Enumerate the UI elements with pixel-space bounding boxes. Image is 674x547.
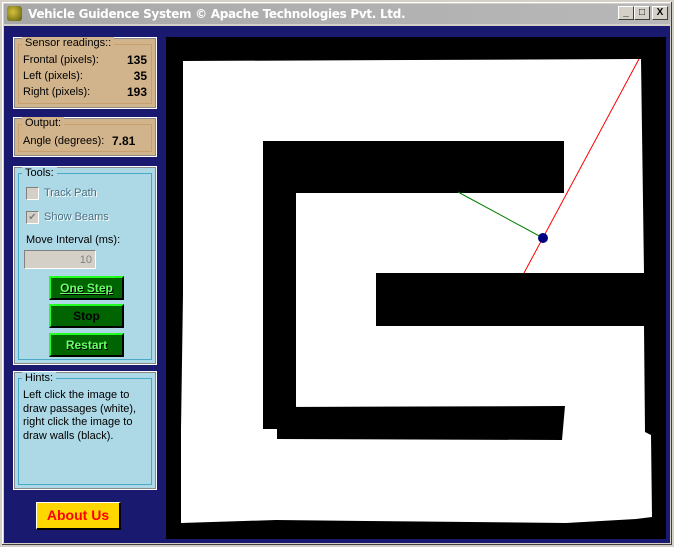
move-interval-input[interactable] bbox=[24, 250, 96, 269]
left-value: 35 bbox=[133, 69, 147, 83]
stop-button[interactable]: Stop bbox=[49, 304, 124, 328]
sensor-readings-panel: Sensor readings:: Frontal (pixels): 135 … bbox=[13, 37, 157, 109]
angle-label: Angle (degrees): bbox=[23, 135, 105, 147]
title-bar[interactable]: Vehicle Guidence System © Apache Technol… bbox=[4, 4, 670, 24]
angle-value: 7.81 bbox=[112, 134, 136, 148]
tools-panel: Tools: Track Path ✔ Show Beams Move Inte… bbox=[13, 166, 157, 365]
sensor-readings-title: Sensor readings:: bbox=[22, 37, 115, 49]
minimize-button[interactable]: _ bbox=[618, 6, 634, 20]
right-label: Right (pixels): bbox=[23, 86, 91, 98]
hints-title: Hints: bbox=[22, 372, 57, 384]
move-interval-label: Move Interval (ms): bbox=[26, 234, 121, 246]
show-beams-label[interactable]: Show Beams bbox=[44, 211, 109, 223]
hints-panel: Hints: Left click the image to draw pass… bbox=[13, 371, 157, 490]
tools-title: Tools: bbox=[22, 167, 57, 179]
output-title: Output: bbox=[22, 117, 65, 129]
track-path-checkbox[interactable] bbox=[26, 187, 39, 200]
vehicle-marker bbox=[538, 233, 548, 243]
about-us-button[interactable]: About Us bbox=[36, 502, 121, 530]
wall-top bbox=[263, 141, 564, 193]
show-beams-checkbox[interactable]: ✔ bbox=[26, 211, 39, 224]
right-value: 193 bbox=[126, 85, 147, 99]
close-button[interactable]: X bbox=[652, 6, 668, 20]
maximize-button[interactable]: □ bbox=[634, 6, 650, 20]
one-step-button[interactable]: One Step bbox=[49, 276, 124, 300]
window-title: Vehicle Guidence System © Apache Technol… bbox=[28, 7, 406, 21]
restart-button[interactable]: Restart bbox=[49, 333, 124, 357]
frontal-label: Frontal (pixels): bbox=[23, 54, 99, 66]
app-icon bbox=[7, 6, 22, 21]
wall-left bbox=[263, 141, 296, 429]
output-panel: Output: Angle (degrees): 7.81 bbox=[13, 117, 157, 157]
track-path-label[interactable]: Track Path bbox=[44, 187, 97, 199]
wall-middle bbox=[376, 273, 666, 326]
hints-text: Left click the image to draw passages (w… bbox=[23, 389, 137, 442]
left-label: Left (pixels): bbox=[23, 70, 83, 82]
maze-canvas[interactable] bbox=[166, 37, 666, 539]
wall-bottom bbox=[277, 406, 565, 440]
frontal-value: 135 bbox=[126, 53, 147, 67]
